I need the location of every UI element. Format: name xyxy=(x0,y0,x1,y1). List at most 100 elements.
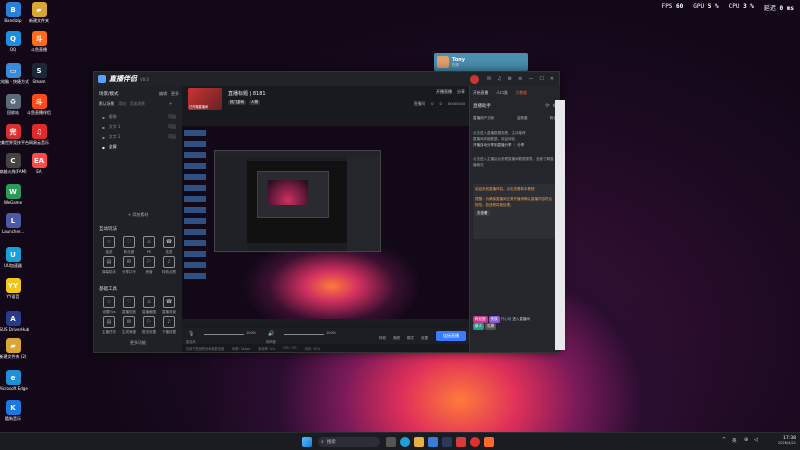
desktop-icon[interactable]: C 穿越火线(FAM) xyxy=(0,153,27,174)
add-source-button[interactable]: + 添加素材 xyxy=(94,212,182,218)
tag-person[interactable]: 人物 xyxy=(249,100,260,105)
start-stream-button[interactable]: 连接直播 xyxy=(436,331,466,341)
desktop-icon[interactable]: K 酷狗音乐 xyxy=(0,400,26,421)
desktop-icon[interactable]: 完完美世界竞技平台 xyxy=(0,124,29,145)
file-explorer-icon[interactable] xyxy=(414,437,424,447)
effects-button[interactable]: 特效 xyxy=(379,336,386,341)
task-view-icon[interactable] xyxy=(386,437,396,447)
assistant-text-3[interactable]: 开播自动分享到直播分享 ｜ 分享 xyxy=(473,142,555,148)
tool-tile[interactable]: ✉ 分享口令 xyxy=(122,256,136,275)
desktop-icon[interactable]: ♻ 回收站 xyxy=(0,94,26,115)
desktop-icon[interactable]: EA EA xyxy=(26,153,52,174)
desktop-icon[interactable]: L Launcher... xyxy=(0,213,26,234)
scene-item[interactable]: ▪ 文字 1 可见 xyxy=(102,122,176,132)
right-tab[interactable]: 开始直播 xyxy=(473,90,488,96)
message-icon[interactable]: ✉ xyxy=(487,76,491,82)
tool-tile[interactable]: ☆ 设置Fps xyxy=(102,296,116,315)
mic-slider[interactable] xyxy=(204,334,244,335)
tool-tile[interactable]: ♪ 下播设置 xyxy=(162,316,176,335)
tool-tile[interactable]: ▤ 主播任务 xyxy=(102,316,116,335)
desktop-icon[interactable]: B Bandizip xyxy=(0,2,26,23)
douyu-icon[interactable] xyxy=(484,437,494,447)
gear-icon[interactable]: ⚙ xyxy=(508,76,512,82)
stream-preview[interactable] xyxy=(182,126,469,326)
settings-button[interactable]: 设置 xyxy=(421,336,428,341)
scene-item-status[interactable]: 可见 xyxy=(168,114,176,120)
live-title[interactable]: 直播标题 | 8181 xyxy=(228,90,266,97)
beauty-button[interactable]: 美颜 xyxy=(393,336,400,341)
maximize-icon[interactable]: ☐ xyxy=(539,76,543,82)
store-icon[interactable] xyxy=(428,437,438,447)
scene-edit-button[interactable]: 编辑 xyxy=(159,91,167,97)
stream-app-icon[interactable] xyxy=(456,437,466,447)
desktop-icon[interactable]: 斗斗鱼直播 xyxy=(26,31,52,52)
desktop-icon[interactable]: Q QQ xyxy=(0,31,26,52)
tool-tile[interactable]: ♡ 直播回放 xyxy=(122,296,136,315)
desktop-icon[interactable]: A ASUS DriverHub xyxy=(0,311,29,332)
tool-tile[interactable]: ☎ 连麦 xyxy=(162,236,176,255)
bell-icon[interactable]: ♫ xyxy=(497,76,501,82)
scene-item-status[interactable]: 可见 xyxy=(168,124,176,130)
desktop-icon[interactable]: U UU加速器 xyxy=(0,247,26,268)
assistant-tab[interactable]: 直播用户分析 xyxy=(473,116,495,121)
clock[interactable]: 17:38 2026/4/21 xyxy=(768,436,796,445)
desktop-icon[interactable]: S Steam xyxy=(26,63,52,84)
tag-game[interactable]: 热门游戏 xyxy=(228,100,246,105)
chat-user[interactable]: 开心玩 xyxy=(501,317,512,321)
scene-tab-default[interactable]: 默认场景 xyxy=(99,101,114,107)
mode-button[interactable]: 模式 xyxy=(407,336,414,341)
notice-link[interactable]: 去查看 xyxy=(475,210,490,216)
more-tools-button[interactable]: 更多功能 xyxy=(94,340,182,346)
desktop-icon[interactable]: ▰ 新建文件夹 xyxy=(26,2,52,23)
desktop-icon[interactable]: ♫ 网易云音乐 xyxy=(26,124,52,145)
mic-icon[interactable]: 🎙 xyxy=(188,331,194,337)
network-icon[interactable]: ⊛ xyxy=(744,437,748,443)
live-cover[interactable]: 已开播直播间 xyxy=(188,88,222,110)
add-scene-icon[interactable]: + xyxy=(169,101,172,107)
tool-tile[interactable]: ♪ 特效点歌 xyxy=(162,256,176,275)
tool-tile[interactable]: ✉ 生成海报 xyxy=(122,316,136,335)
tool-tile[interactable]: ⚐ 推流设置 xyxy=(142,316,156,335)
tool-tile[interactable]: ♡ 粉丝团 xyxy=(122,236,136,255)
scene-item[interactable]: ▪ 摄像 可见 xyxy=(102,112,176,122)
user-card[interactable]: Tony 在线 xyxy=(434,53,528,71)
desktop-icon[interactable]: ▭ 此电脑 - 快捷方式 xyxy=(0,63,29,84)
speaker-icon[interactable]: 🔊 xyxy=(268,331,274,337)
scene-tab-add-scene[interactable]: 添加场景 xyxy=(130,101,145,107)
desktop-icon[interactable]: YY YY语音 xyxy=(0,278,26,299)
share-button[interactable]: 分享 xyxy=(457,89,465,95)
scene-item[interactable]: ▪ 文字 2 可见 xyxy=(102,132,176,142)
tray-chevron-icon[interactable]: ^ xyxy=(722,437,726,443)
close-icon[interactable]: ✕ xyxy=(550,76,554,82)
search-box[interactable]: ⌕ 搜索 xyxy=(318,437,380,447)
tool-tile[interactable]: ⚐ 房管 xyxy=(142,256,156,275)
refresh-icon[interactable]: ⟳ xyxy=(545,103,549,109)
desktop-icon[interactable]: W WeGame xyxy=(0,184,26,205)
minimize-icon[interactable]: — xyxy=(528,76,533,82)
scene-item-status[interactable]: 可见 xyxy=(168,134,176,140)
desktop-icon[interactable]: ▰ 新建文件夹 (2) xyxy=(0,338,26,359)
desktop-icon[interactable]: e Microsoft Edge xyxy=(0,370,28,391)
tool-tile[interactable]: ⚔ 直播截图 xyxy=(142,296,156,315)
desktop-icon[interactable]: 斗斗鱼直播伴侣 xyxy=(26,94,52,115)
edge-icon[interactable] xyxy=(400,437,410,447)
netease-music-icon[interactable] xyxy=(470,437,480,447)
open-stream-button[interactable]: 开播直播 xyxy=(436,89,452,95)
volume-icon[interactable]: ◁ xyxy=(754,437,758,443)
scene-more-button[interactable]: 更多 xyxy=(171,91,179,97)
assistant-tab[interactable]: 活跃度 xyxy=(517,116,528,121)
right-tab[interactable]: 大数据 xyxy=(516,90,527,96)
tool-tile[interactable]: ☎ 直播背景 xyxy=(162,296,176,315)
windows-start-icon[interactable] xyxy=(302,437,312,447)
menu-icon[interactable]: ≡ xyxy=(518,76,522,82)
right-tab[interactable]: 人口流 xyxy=(496,90,507,96)
tool-tile[interactable]: ☆ 抽奖 xyxy=(102,236,116,255)
avatar[interactable] xyxy=(469,74,479,84)
tool-tile[interactable]: ▤ 弹幕助手 xyxy=(102,256,116,275)
steam-icon[interactable] xyxy=(442,437,452,447)
tool-tile[interactable]: ⚔ PK xyxy=(142,236,156,254)
scene-item[interactable]: ▪ 全屏 xyxy=(102,142,176,152)
scene-tab-add[interactable]: 添加 xyxy=(118,101,126,107)
input-lang[interactable]: 英 xyxy=(732,438,737,444)
speaker-slider[interactable] xyxy=(284,334,324,335)
